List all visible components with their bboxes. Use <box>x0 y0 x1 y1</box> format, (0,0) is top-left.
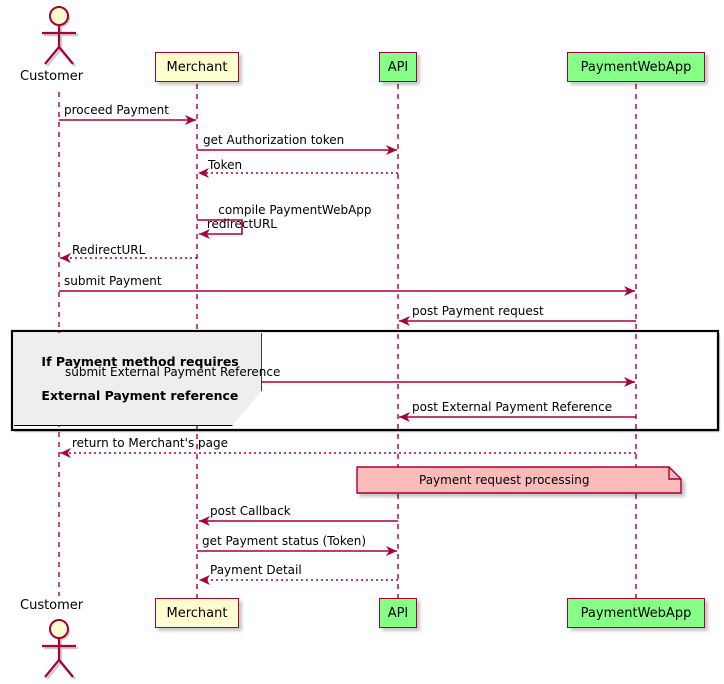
participant-paymentwebapp-bottom[interactable]: PaymentWebApp <box>567 598 705 628</box>
participant-customer-bottom-label: Customer <box>20 598 84 613</box>
participant-merchant-bottom-label: Merchant <box>166 605 228 621</box>
actor-customer-figure-bottom <box>42 619 78 680</box>
participant-customer-top-label: Customer <box>20 69 84 84</box>
participant-merchant-top[interactable]: Merchant <box>155 52 239 82</box>
message-label-token: Token <box>208 158 243 172</box>
sequence-diagram-canvas: Merchant API PaymentWebApp Customer Merc… <box>0 0 724 684</box>
message-label-post-external-payment-reference: post External Payment Reference <box>412 400 613 414</box>
message-label-post-callback: post Callback <box>210 504 291 518</box>
participant-merchant-top-label: Merchant <box>166 59 228 75</box>
participant-api-bottom[interactable]: API <box>379 598 417 628</box>
participant-api-bottom-label: API <box>387 605 409 621</box>
participant-api-top-label: API <box>387 59 409 75</box>
message-label-proceed-payment: proceed Payment <box>64 103 169 117</box>
actor-customer-figure-top <box>42 6 78 67</box>
message-label-get-payment-status: get Payment status (Token) <box>202 534 367 548</box>
message-label-return-to-merchants-page: return to Merchant's page <box>72 436 228 450</box>
message-label-compile-redirecturl-text: compile PaymentWebApp redirectURL <box>206 203 372 231</box>
group-label-line-2: External Payment reference <box>41 388 239 403</box>
participant-api-top[interactable]: API <box>379 52 417 82</box>
message-label-post-payment-request: post Payment request <box>412 304 544 318</box>
group-label-external-payment-reference: If Payment method requires External Paym… <box>14 333 262 426</box>
note-payment-request-processing-label: Payment request processing <box>419 473 590 487</box>
message-label-submit-payment: submit Payment <box>64 274 162 288</box>
message-label-submit-external-payment-reference: submit External Payment Reference <box>65 365 281 379</box>
message-label-payment-detail: Payment Detail <box>210 563 302 577</box>
participant-merchant-bottom[interactable]: Merchant <box>155 598 239 628</box>
participant-paymentwebapp-bottom-label: PaymentWebApp <box>580 605 692 621</box>
participant-paymentwebapp-top-label: PaymentWebApp <box>580 59 692 75</box>
message-label-compile-redirecturl: compile PaymentWebApp redirectURL <box>203 189 372 245</box>
message-label-get-authorization-token: get Authorization token <box>203 133 345 147</box>
participant-paymentwebapp-top[interactable]: PaymentWebApp <box>567 52 705 82</box>
message-label-redirecturl: RedirectURL <box>72 243 146 257</box>
